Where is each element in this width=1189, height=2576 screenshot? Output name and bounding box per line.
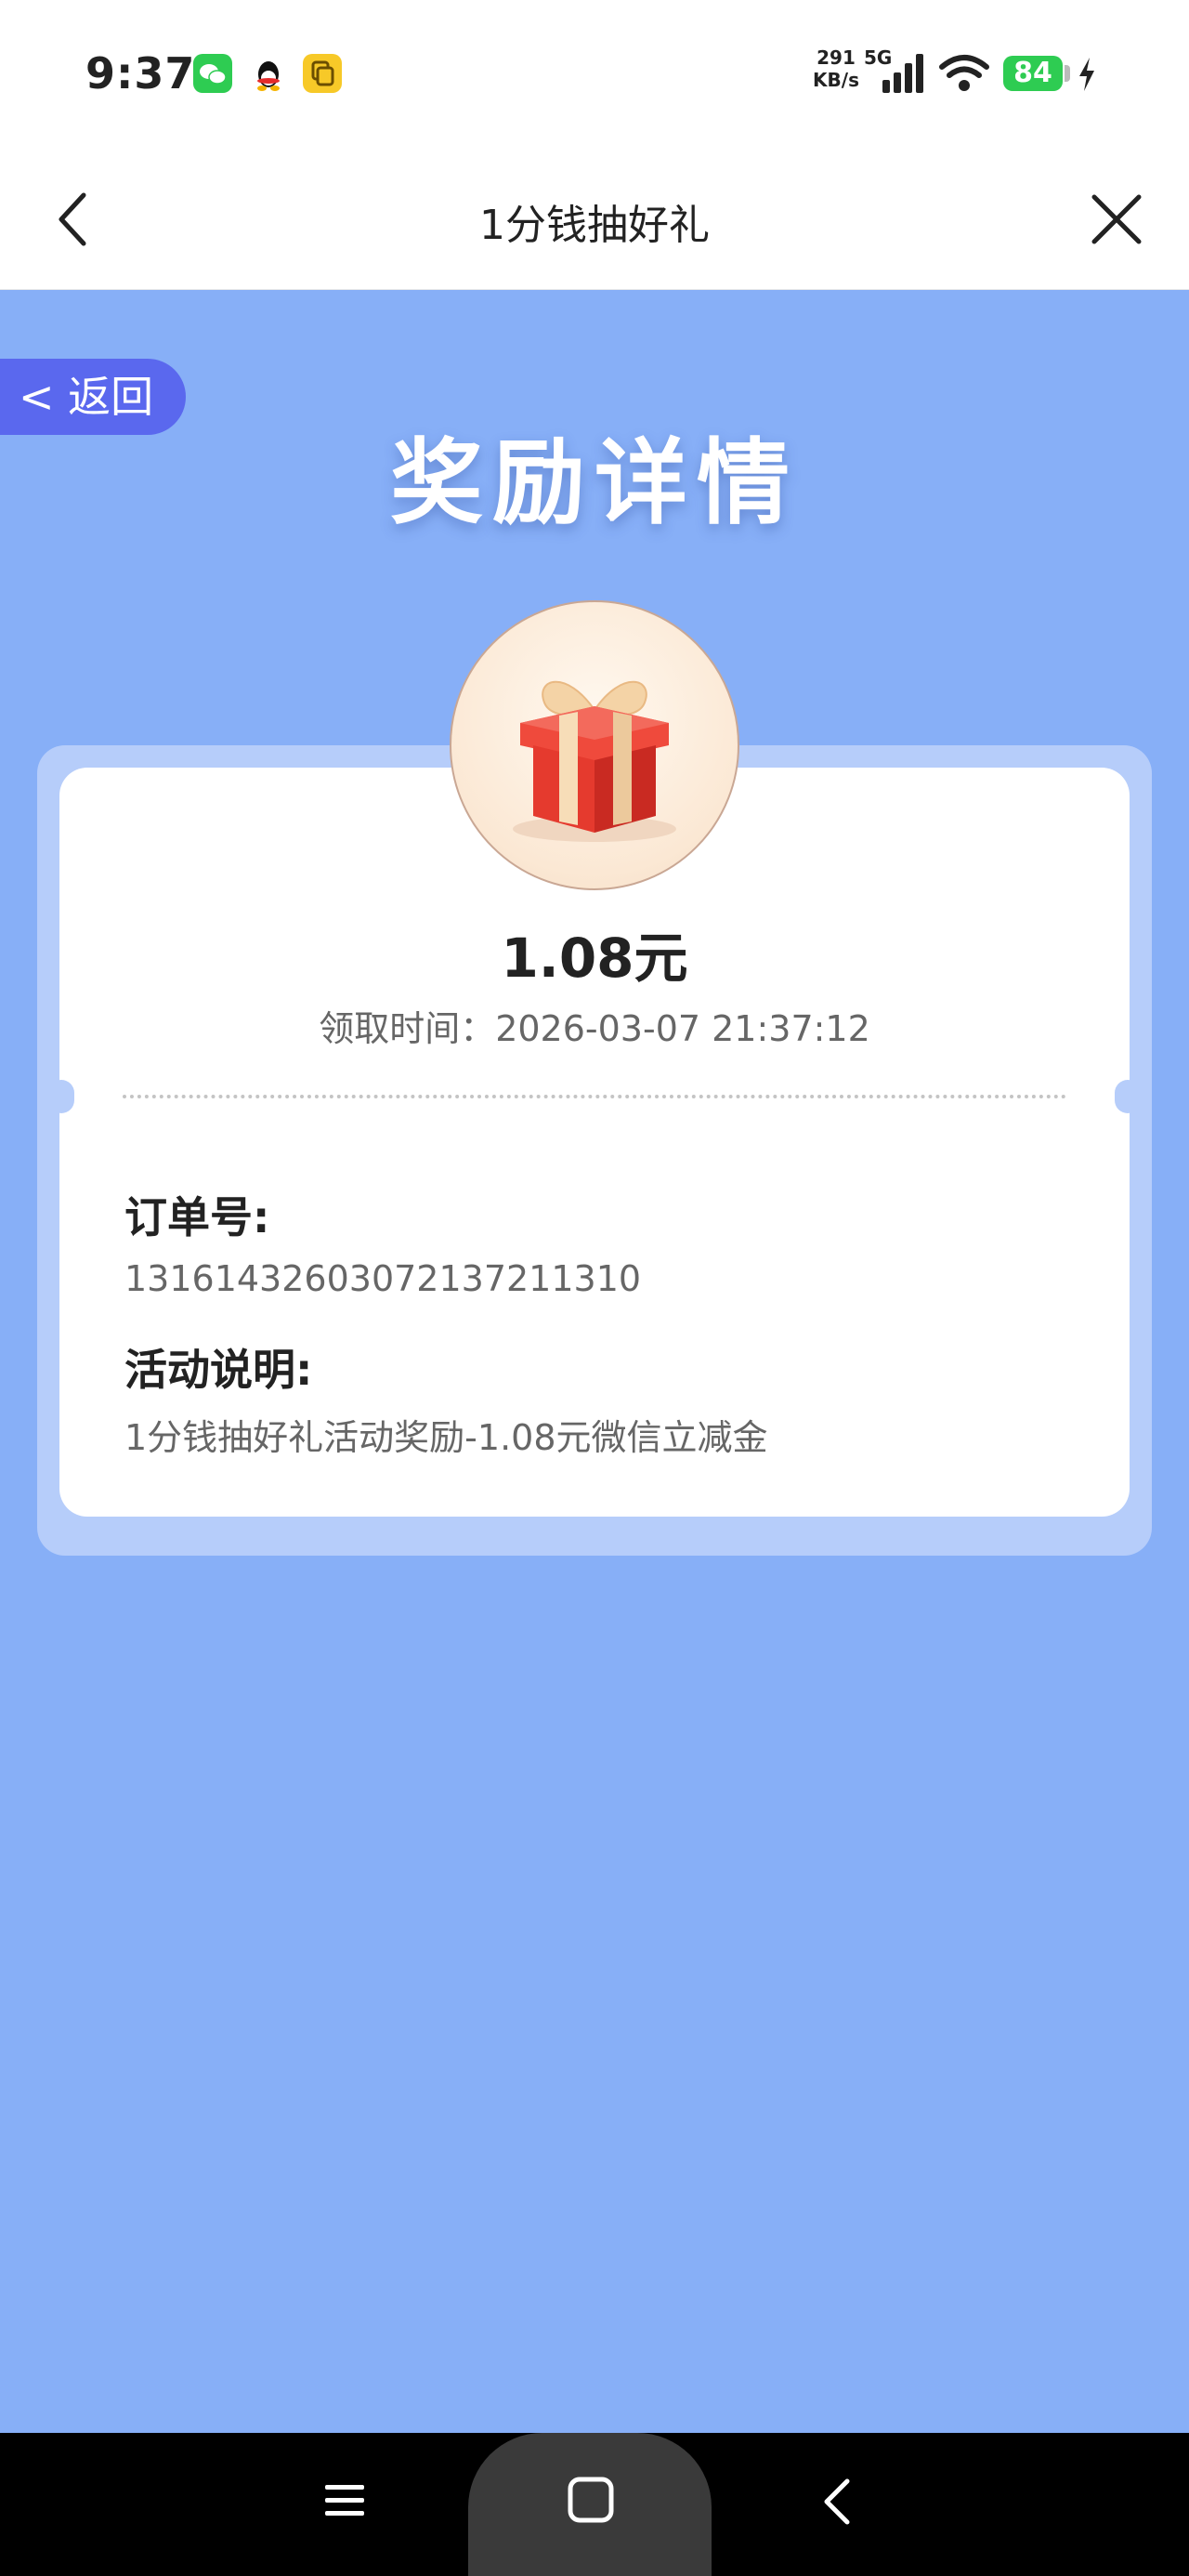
network-speed-value: 291 [817,46,856,69]
activity-description-label: 活动说明: [124,1345,313,1395]
wifi-icon [939,55,989,91]
wechat-icon [193,54,232,93]
home-icon[interactable] [567,2476,615,2524]
qq-icon [249,54,288,93]
signal-icon [882,54,923,93]
claim-time: 领取时间：2026-03-07 21:37:12 [319,1008,870,1049]
order-number-value: 131614326030721372113​10 [124,1258,642,1299]
menu-icon[interactable] [323,2479,366,2522]
close-icon[interactable] [1087,190,1146,249]
status-bar: 9:37 291 KB/s 5G 84 [0,0,1189,149]
network-speed: 291 KB/s [810,46,862,91]
battery-indicator: 84 [1003,56,1063,91]
reward-amount: 1.08元 [501,927,688,990]
files-icon [303,54,342,93]
page-title: 1分钱抽好礼 [479,202,710,249]
activity-description-value: 1分钱抽好礼活动奖励-1.08元微信立减金 [124,1417,768,1458]
card-divider [123,1095,1066,1098]
charging-icon [1079,58,1094,91]
battery-cap [1065,65,1070,82]
card-notch-left [48,1080,74,1113]
order-number-label: 订单号: [124,1192,270,1242]
top-navigation-bar: 1分钱抽好礼 [0,149,1189,290]
back-icon[interactable] [817,2476,855,2528]
gift-box-icon [513,680,676,842]
card-notch-right [1115,1080,1141,1113]
status-time: 9:37 [85,48,196,99]
network-speed-unit: KB/s [813,69,859,91]
reward-details-heading: 奖励详情 [390,428,799,537]
